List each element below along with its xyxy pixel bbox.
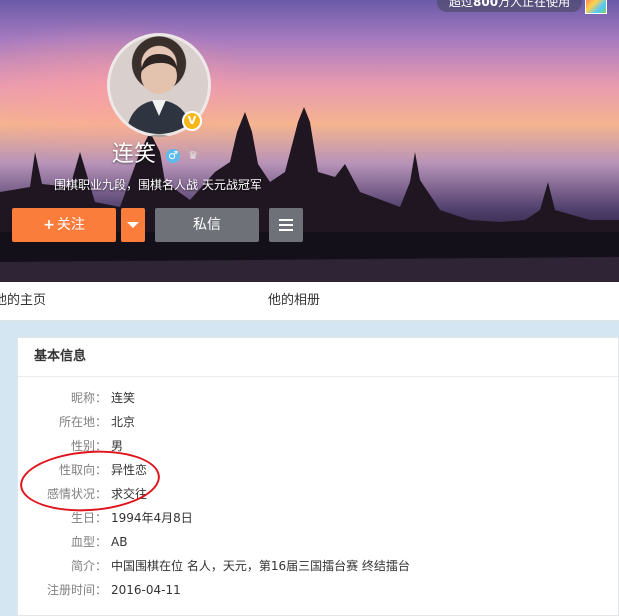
- divider: [18, 376, 618, 377]
- profile-tab-bar: 他的主页 他的相册: [0, 282, 619, 321]
- info-value: 中国围棋在位 名人，天元，第16届三国擂台赛 终结擂台: [111, 559, 410, 573]
- plus-icon: +: [43, 217, 55, 233]
- user-count-badge: 超过800万人正在使用: [437, 0, 583, 12]
- crown-icon: ♛: [188, 149, 198, 162]
- follow-button[interactable]: + 关注: [12, 208, 116, 242]
- cover-banner: 超过800万人正在使用 V 连笑 ♂ ♛ 围棋职业九段，围棋名人战 天元战冠军 …: [0, 0, 619, 282]
- info-value: 北京: [111, 415, 136, 429]
- info-row-blood-type: 血型： AB: [18, 533, 518, 551]
- profile-name: 连笑: [112, 142, 157, 167]
- basic-info-title: 基本信息: [34, 349, 87, 364]
- info-value: 1994年4月8日: [111, 511, 193, 525]
- info-value: 2016-04-11: [111, 583, 181, 597]
- info-value: AB: [111, 535, 128, 549]
- info-row-location: 所在地： 北京: [18, 413, 518, 431]
- follow-label: 关注: [56, 217, 85, 233]
- info-label: 血型: [70, 535, 95, 549]
- info-row-registered: 注册时间： 2016-04-11: [18, 581, 518, 599]
- info-value: 连笑: [111, 391, 136, 405]
- info-label: 简介: [70, 559, 95, 573]
- info-row-birthday: 生日： 1994年4月8日: [18, 509, 518, 527]
- user-count-number: 800: [473, 0, 499, 9]
- app-icon[interactable]: [585, 0, 607, 14]
- more-menu-button[interactable]: [269, 208, 303, 242]
- info-label: 昵称: [70, 391, 95, 405]
- male-icon: ♂: [166, 149, 180, 163]
- caret-down-icon: [127, 222, 139, 228]
- info-row-nickname: 昵称： 连笑: [18, 389, 518, 407]
- message-button[interactable]: 私信: [155, 208, 259, 242]
- info-label: 所在地: [58, 415, 95, 429]
- user-count-prefix: 超过: [449, 0, 474, 9]
- info-row-bio: 简介： 中国围棋在位 名人，天元，第16届三国擂台赛 终结擂台: [18, 557, 518, 575]
- follow-dropdown-button[interactable]: [121, 208, 145, 242]
- info-label: 注册时间: [46, 583, 95, 597]
- info-label: 生日: [70, 511, 95, 525]
- tab-home[interactable]: 他的主页: [0, 282, 46, 320]
- user-count-suffix: 万人正在使用: [498, 0, 571, 9]
- verified-icon: V: [182, 111, 202, 131]
- tab-album[interactable]: 他的相册: [268, 282, 320, 320]
- profile-description: 围棋职业九段，围棋名人战 天元战冠军: [54, 178, 262, 192]
